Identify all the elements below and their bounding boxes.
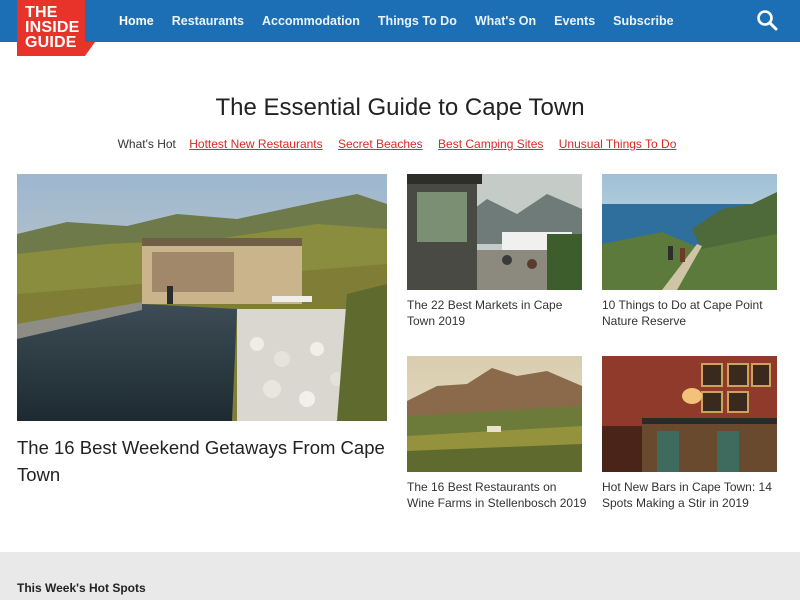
nav-restaurants[interactable]: Restaurants [172,14,244,28]
hot-link-restaurants[interactable]: Hottest New Restaurants [189,137,322,151]
card-title-cape-point[interactable]: 10 Things to Do at Cape Point Nature Res… [602,297,782,329]
hot-link-beaches[interactable]: Secret Beaches [338,137,423,151]
card-title-markets[interactable]: The 22 Best Markets in Cape Town 2019 [407,297,587,329]
logo-line-1: THE [25,4,58,21]
card-image-wine-farms[interactable] [407,356,582,472]
nav-whats-on[interactable]: What's On [475,14,536,28]
card-title-bars[interactable]: Hot New Bars in Cape Town: 14 Spots Maki… [602,479,782,511]
hot-link-camping[interactable]: Best Camping Sites [438,137,543,151]
logo-line-3: GUIDE [25,34,77,51]
search-icon[interactable] [756,9,778,31]
card-image-markets[interactable] [407,174,582,290]
feature-title[interactable]: The 16 Best Weekend Getaways From Cape T… [17,434,387,488]
whats-hot-bar: What's Hot Hottest New Restaurants Secre… [0,137,800,151]
top-navigation-bar: Home Restaurants Accommodation Things To… [0,0,800,42]
whats-hot-label: What's Hot [117,137,176,151]
hot-spots-section: This Week's Hot Spots [0,552,800,600]
site-logo[interactable]: THE INSIDE GUIDE [17,0,95,56]
nav-subscribe[interactable]: Subscribe [613,14,673,28]
nav-things-to-do[interactable]: Things To Do [378,14,457,28]
nav-home[interactable]: Home [119,14,154,28]
card-image-cape-point[interactable] [602,174,777,290]
feature-image[interactable] [17,174,387,421]
nav-accommodation[interactable]: Accommodation [262,14,360,28]
nav-events[interactable]: Events [554,14,595,28]
hot-link-unusual[interactable]: Unusual Things To Do [559,137,677,151]
card-title-wine-farms[interactable]: The 16 Best Restaurants on Wine Farms in… [407,479,587,511]
section-title: This Week's Hot Spots [17,581,146,595]
main-nav: Home Restaurants Accommodation Things To… [110,0,683,42]
card-image-bars[interactable] [602,356,777,472]
page-title: The Essential Guide to Cape Town [215,94,585,121]
logo-line-2: INSIDE [25,19,80,36]
